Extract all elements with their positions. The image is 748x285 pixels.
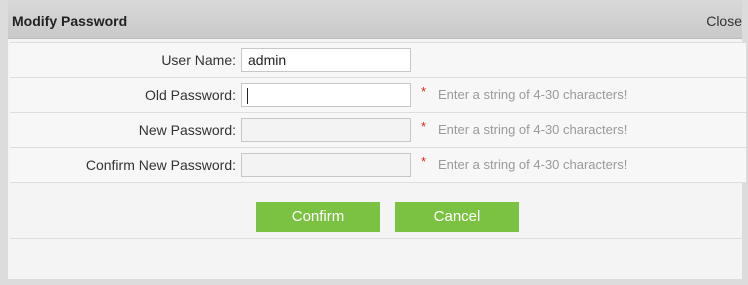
confirm-password-hint: Enter a string of 4-30 characters!: [438, 157, 628, 172]
new-password-hint: Enter a string of 4-30 characters!: [438, 122, 628, 137]
form-row-old-password: Old Password: * Enter a string of 4-30 c…: [10, 78, 746, 113]
old-password-field[interactable]: [241, 83, 411, 107]
close-button[interactable]: Close: [706, 13, 742, 29]
new-password-field[interactable]: [241, 118, 411, 142]
cancel-button[interactable]: Cancel: [395, 202, 519, 232]
user-name-label: User Name:: [161, 52, 236, 68]
form-row-new-password: New Password: * Enter a string of 4-30 c…: [10, 113, 746, 148]
required-marker: *: [421, 84, 427, 99]
dialog-titlebar: Modify Password Close: [8, 0, 742, 39]
user-name-field[interactable]: [241, 48, 411, 72]
old-password-label: Old Password:: [144, 87, 236, 103]
required-marker: *: [421, 154, 427, 169]
confirm-button[interactable]: Confirm: [256, 202, 380, 232]
required-marker: *: [421, 119, 427, 134]
new-password-label: New Password:: [138, 122, 236, 138]
form-row-confirm-password: Confirm New Password: * Enter a string o…: [10, 148, 746, 183]
password-form: User Name: Old Password: * Enter a strin…: [10, 42, 746, 183]
form-row-user-name: User Name:: [10, 42, 746, 78]
divider: [10, 238, 746, 239]
confirm-password-field[interactable]: [241, 153, 411, 177]
text-cursor: [247, 88, 248, 104]
dialog-title: Modify Password: [12, 13, 128, 29]
confirm-password-label: Confirm New Password:: [85, 157, 236, 173]
old-password-hint: Enter a string of 4-30 characters!: [438, 87, 628, 102]
modify-password-dialog: Modify Password Close User Name: Old Pas…: [0, 0, 748, 285]
button-bar: Confirm Cancel: [10, 196, 746, 234]
